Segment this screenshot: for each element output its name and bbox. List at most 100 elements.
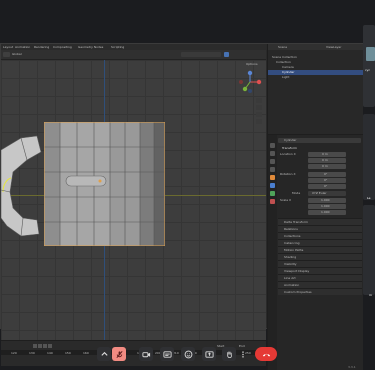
participant-tile[interactable]: m	[363, 205, 375, 297]
panel-motion-paths[interactable]: Motion Paths	[278, 246, 362, 253]
hand-icon[interactable]	[222, 347, 236, 361]
scale-x-value: 1.000	[321, 198, 330, 202]
modifier-tab-icon[interactable]	[270, 183, 275, 188]
panel-label: Collections	[284, 234, 301, 238]
panel-label: Custom Properties	[284, 290, 312, 294]
viewport-options[interactable]: Options	[246, 62, 258, 66]
transform-orientation[interactable]: Global	[12, 52, 22, 56]
navigation-gizmo[interactable]	[237, 69, 263, 95]
mic-muted-icon[interactable]	[112, 347, 126, 361]
location-z-value: 0 m	[322, 164, 328, 168]
participant-video	[366, 47, 375, 61]
material-tab-icon[interactable]	[270, 199, 275, 204]
torus-object[interactable]	[1, 130, 46, 240]
captions-icon[interactable]	[160, 347, 174, 361]
object-name-field[interactable]: Cylinder	[278, 138, 361, 143]
rotation-x-field[interactable]: 0°	[308, 172, 346, 177]
participant-name: m	[369, 293, 372, 297]
rotation-label: Rotation X	[280, 172, 296, 176]
location-x-value: 0 m	[322, 152, 328, 156]
pan-icon[interactable]	[256, 105, 262, 110]
location-label: Location X	[280, 152, 296, 156]
panel-label: Line Art	[284, 276, 296, 280]
panel-label: Motion Paths	[284, 248, 304, 252]
data-tab-icon[interactable]	[270, 191, 275, 196]
3d-viewport[interactable]: Options	[1, 60, 266, 340]
rotation-mode-label: Mode	[292, 191, 301, 195]
rotation-y-value: 0°	[324, 178, 328, 182]
rotation-z-value: 0°	[324, 184, 328, 188]
panel-collections[interactable]: Collections	[278, 232, 362, 239]
tab-compositing[interactable]: Compositing	[53, 45, 72, 49]
properties-tabs	[268, 135, 277, 370]
participant-strip: cyc Le m	[363, 25, 375, 360]
location-x-field[interactable]: 0 m	[308, 152, 346, 157]
cylinder-object[interactable]	[44, 122, 165, 246]
panel-visibility[interactable]: Visibility	[278, 260, 362, 267]
panel-animation[interactable]: Animation	[278, 281, 362, 288]
scene-tab-icon[interactable]	[270, 167, 275, 172]
meeting-controls	[0, 342, 375, 366]
scene-selector[interactable]: Scene	[278, 45, 287, 49]
properties-editor: Cylinder Transform Location X 0 m 0 m 0 …	[267, 134, 363, 370]
participant-tile[interactable]: cyc	[363, 25, 375, 107]
outliner-header: Scene ViewLayer	[268, 44, 363, 50]
panel-label: Visibility	[284, 262, 297, 266]
tab-geometry-nodes[interactable]: Geometry Nodes	[78, 45, 103, 49]
panel-label: Relations	[284, 227, 298, 231]
editor-type-button[interactable]	[3, 52, 10, 57]
scale-y-value: 1.000	[321, 204, 330, 208]
tab-layout[interactable]: Layout	[3, 45, 13, 49]
panel-label: Viewport Display	[284, 269, 310, 273]
camera-view-icon[interactable]	[256, 112, 262, 117]
more-icon[interactable]	[239, 347, 247, 361]
location-z-field[interactable]: 0 m	[308, 164, 346, 169]
participant-tile[interactable]: Le	[363, 114, 375, 200]
tool-tab-icon[interactable]	[270, 143, 275, 148]
overlay-toggle[interactable]	[224, 52, 229, 57]
end-call-icon	[262, 353, 270, 356]
zoom-icon[interactable]	[256, 98, 262, 103]
participant-name: Le	[367, 196, 371, 200]
panel-instancing[interactable]: Instancing	[278, 239, 362, 246]
rotation-mode-select[interactable]: XYZ Euler	[308, 191, 346, 196]
viewport-shading-buttons[interactable]	[181, 52, 221, 57]
tab-animation[interactable]: Animation	[15, 45, 30, 49]
blender-window: Layout Animation Rendering Compositing G…	[0, 43, 363, 370]
outliner-item[interactable]: Collection	[276, 60, 291, 64]
viewport-nav-buttons	[256, 98, 262, 124]
scale-z-value: 1.000	[321, 210, 330, 214]
chevron-up-icon[interactable]	[97, 347, 111, 361]
output-tab-icon[interactable]	[270, 159, 275, 164]
render-tab-icon[interactable]	[270, 151, 275, 156]
outliner-item[interactable]: Camera	[282, 65, 294, 69]
panel-custom-properties[interactable]: Custom Properties	[278, 288, 362, 295]
viewport-header: Global	[1, 50, 266, 60]
panel-delta-transform[interactable]: Delta Transform	[278, 218, 362, 225]
scale-z-field[interactable]: 1.000	[308, 210, 346, 215]
outliner: Scene ViewLayer Scene Collection Collect…	[267, 44, 363, 134]
scale-y-field[interactable]: 1.000	[308, 204, 346, 209]
panel-label: Instancing	[284, 241, 300, 245]
rotation-z-field[interactable]: 0°	[308, 184, 346, 189]
panel-viewport-display[interactable]: Viewport Display	[278, 267, 362, 274]
panel-relations[interactable]: Relations	[278, 225, 362, 232]
tab-rendering[interactable]: Rendering	[34, 45, 49, 49]
location-y-field[interactable]: 0 m	[308, 158, 346, 163]
camera-icon[interactable]	[139, 347, 153, 361]
panel-line-art[interactable]: Line Art	[278, 274, 362, 281]
tab-scripting[interactable]: Scripting	[111, 45, 124, 49]
present-icon[interactable]	[202, 347, 216, 361]
outliner-item[interactable]: Scene Collection	[272, 55, 297, 59]
emoji-icon[interactable]	[181, 347, 195, 361]
transform-panel-title[interactable]: Transform	[282, 146, 297, 150]
view-layer-selector[interactable]: ViewLayer	[326, 45, 341, 49]
end-call-button[interactable]	[255, 347, 277, 361]
object-tab-icon[interactable]	[270, 175, 275, 180]
rotation-y-field[interactable]: 0°	[308, 178, 346, 183]
outliner-item[interactable]: Light	[282, 75, 290, 79]
panel-shading[interactable]: Shading	[278, 253, 362, 260]
perspective-icon[interactable]	[256, 119, 262, 124]
outliner-item[interactable]: Cylinder	[282, 70, 294, 74]
scale-x-field[interactable]: 1.000	[308, 198, 346, 203]
